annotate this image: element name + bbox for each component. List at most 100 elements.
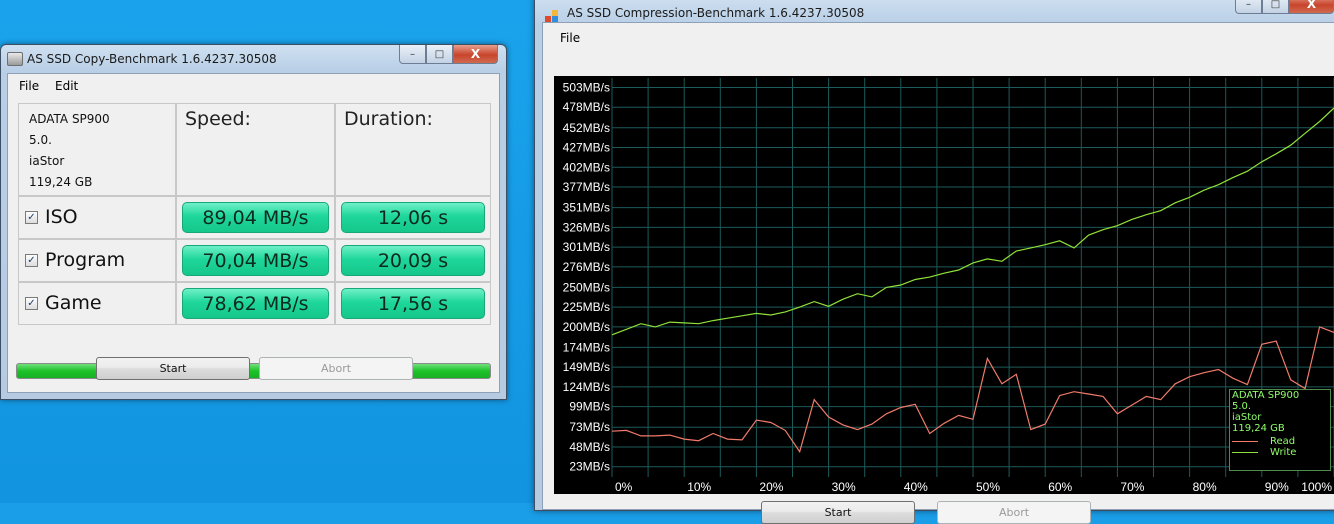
comp-maximize-button[interactable]: □ (1262, 0, 1289, 14)
iso-speed-cell: 89,04 MB/s (176, 196, 335, 239)
maximize-button[interactable]: □ (426, 45, 453, 64)
x-tick-label: 90% (1265, 480, 1289, 494)
duration-header: Duration: (335, 103, 491, 196)
program-label: Program (45, 249, 126, 271)
x-tick-label: 20% (759, 480, 783, 494)
legend-drive-name: ADATA SP900 (1232, 390, 1300, 401)
y-tick-label: 276MB/s (563, 260, 610, 274)
x-tick-label: 40% (904, 480, 928, 494)
comp-menubar: File (543, 26, 1334, 48)
speed-header: Speed: (176, 103, 335, 196)
comp-minimize-button[interactable]: – (1235, 0, 1262, 14)
copy-window-title: AS SSD Copy-Benchmark 1.6.4237.30508 (27, 52, 277, 66)
y-tick-label: 351MB/s (563, 201, 610, 215)
y-tick-label: 48MB/s (569, 440, 610, 454)
close-button[interactable]: X (453, 45, 498, 64)
legend-size: 119,24 GB (1232, 423, 1285, 434)
game-duration-cell: 17,56 s (335, 282, 491, 325)
game-duration-value: 17,56 s (341, 288, 485, 319)
legend-firmware: 5.0. (1232, 401, 1252, 412)
game-label: Game (45, 292, 102, 314)
iso-label: ISO (45, 206, 78, 228)
y-tick-label: 149MB/s (563, 360, 610, 374)
y-tick-label: 402MB/s (563, 160, 610, 174)
y-tick-label: 99MB/s (569, 400, 610, 414)
copy-results-grid: ADATA SP900 5.0. iaStor 119,24 GB Speed:… (18, 103, 491, 325)
y-tick-label: 377MB/s (563, 180, 610, 194)
program-speed-value: 70,04 MB/s (182, 245, 329, 276)
game-speed-value: 78,62 MB/s (182, 288, 329, 319)
row-game-label: ✓ Game (18, 282, 176, 325)
compression-chart-svg: 503MB/s 478MB/s 452MB/s 427MB/s 402MB/s 377MB… (563, 78, 1334, 494)
iso-duration-cell: 12,06 s (335, 196, 491, 239)
drive-firmware: 5.0. (29, 133, 52, 147)
program-checkbox[interactable]: ✓ (25, 254, 38, 267)
menu-edit[interactable]: Edit (55, 79, 78, 93)
iso-speed-value: 89,04 MB/s (182, 202, 329, 233)
copy-progress-bar (16, 363, 491, 379)
x-tick-label: 100% (1301, 480, 1332, 494)
y-tick-label: 452MB/s (563, 121, 610, 135)
y-tick-label: 225MB/s (563, 300, 610, 314)
y-tick-label: 301MB/s (563, 240, 610, 254)
x-tick-label: 10% (687, 480, 711, 494)
y-tick-label: 326MB/s (563, 220, 610, 234)
menu-file[interactable]: File (19, 79, 39, 93)
x-tick-label: 0% (615, 480, 633, 494)
y-tick-label: 503MB/s (563, 80, 610, 94)
comp-close-button[interactable]: X (1289, 0, 1334, 14)
app-drive-icon (7, 52, 23, 66)
comp-window-title: AS SSD Compression-Benchmark 1.6.4237.30… (567, 6, 865, 20)
program-duration-value: 20,09 s (341, 245, 485, 276)
copy-client-area: File Edit ADATA SP900 5.0. iaStor 119,24… (7, 73, 500, 393)
legend-write-entry: Write (1230, 447, 1330, 458)
legend-read-entry: Read (1230, 436, 1330, 447)
y-tick-label: 23MB/s (569, 460, 610, 474)
x-tick-label: 60% (1048, 480, 1072, 494)
iso-duration-value: 12,06 s (341, 202, 485, 233)
y-tick-label: 174MB/s (563, 340, 610, 354)
row-program-label: ✓ Program (18, 239, 176, 282)
legend-write-label: Write (1270, 447, 1297, 458)
x-tick-label: 50% (976, 480, 1000, 494)
x-tick-label: 80% (1193, 480, 1217, 494)
compression-chart: 503MB/s 478MB/s 452MB/s 427MB/s 402MB/s 377MB… (554, 76, 1334, 494)
drive-info: ADATA SP900 5.0. iaStor 119,24 GB (18, 103, 176, 196)
comp-client-area: File 503MB/s 478MB/s 452MB/s 427MB/s 402MB/s… (542, 22, 1334, 524)
comp-start-button[interactable]: Start (761, 501, 915, 524)
legend-read-swatch (1232, 441, 1258, 442)
game-checkbox[interactable]: ✓ (25, 297, 38, 310)
drive-name: ADATA SP900 (29, 112, 110, 126)
x-tick-label: 30% (832, 480, 856, 494)
program-speed-cell: 70,04 MB/s (176, 239, 335, 282)
comp-abort-button[interactable]: Abort (937, 501, 1091, 524)
legend-write-swatch (1232, 452, 1258, 453)
x-tick-label: 70% (1120, 480, 1144, 494)
copy-menubar: File Edit (8, 74, 499, 96)
y-tick-label: 124MB/s (563, 380, 610, 394)
y-tick-label: 73MB/s (569, 420, 610, 434)
drive-size: 119,24 GB (29, 175, 93, 189)
y-tick-label: 200MB/s (563, 320, 610, 334)
y-tick-label: 250MB/s (563, 280, 610, 294)
app-chart-icon (545, 10, 558, 22)
row-iso-label: ✓ ISO (18, 196, 176, 239)
program-duration-cell: 20,09 s (335, 239, 491, 282)
copy-abort-button[interactable]: Abort (259, 357, 413, 380)
legend-read-label: Read (1270, 436, 1296, 447)
compression-benchmark-window: AS SSD Compression-Benchmark 1.6.4237.30… (534, 0, 1334, 524)
iso-checkbox[interactable]: ✓ (25, 211, 38, 224)
game-speed-cell: 78,62 MB/s (176, 282, 335, 325)
comp-caption-buttons: – □ X (1235, 0, 1334, 14)
legend-driver: iaStor (1232, 412, 1262, 423)
comp-menu-file[interactable]: File (560, 31, 580, 45)
y-tick-label: 478MB/s (563, 100, 610, 114)
copy-benchmark-window: AS SSD Copy-Benchmark 1.6.4237.30508 – □… (0, 44, 507, 400)
copy-start-button[interactable]: Start (96, 357, 250, 380)
chart-legend: ADATA SP900 5.0. iaStor 119,24 GB Read W… (1229, 389, 1331, 471)
y-tick-label: 427MB/s (563, 141, 610, 155)
minimize-button[interactable]: – (399, 45, 426, 64)
copy-titlebar[interactable]: AS SSD Copy-Benchmark 1.6.4237.30508 – □… (1, 45, 506, 73)
drive-driver: iaStor (29, 154, 65, 168)
copy-caption-buttons: – □ X (399, 45, 498, 64)
